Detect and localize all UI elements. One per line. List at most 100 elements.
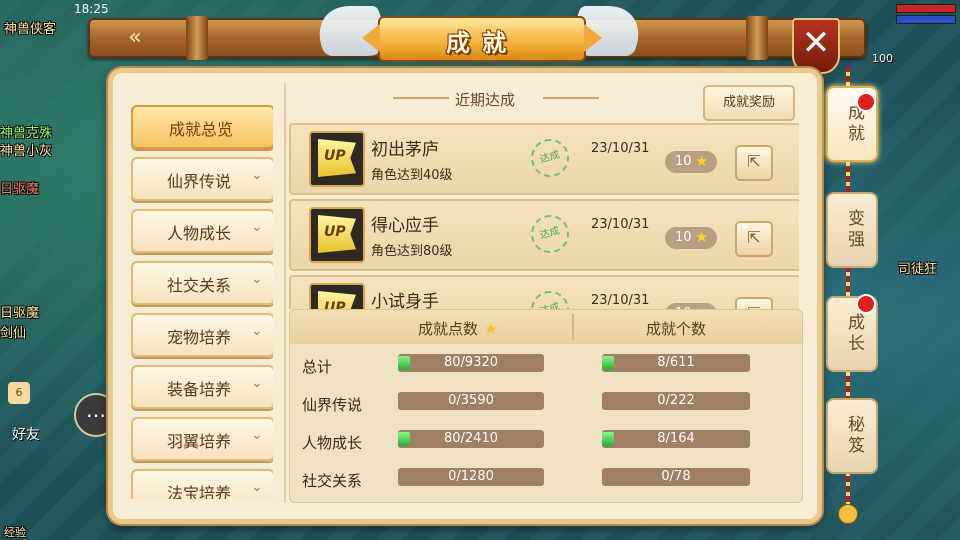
row-label: 社交关系 xyxy=(302,472,363,490)
npc-label: 神兽侠客 xyxy=(4,22,57,37)
row-label: 总计 xyxy=(302,358,333,376)
points-progress-bar: 80/9320 xyxy=(398,354,544,372)
recent-title-text: 近期达成 xyxy=(455,91,516,109)
achievement-date: 23/10/31 xyxy=(591,217,650,232)
star-icon: ★ xyxy=(484,320,498,338)
npc-label: 日驱魔 xyxy=(0,182,40,197)
points-progress-bar: 80/2410 xyxy=(398,430,544,448)
achievement-date: 23/10/31 xyxy=(591,293,650,308)
sidebar-item-label: 人物成长 xyxy=(167,224,232,243)
table-row: 人物成长 80/2410 8/164 xyxy=(290,422,802,460)
sidebar-item-equipment[interactable]: 装备培养 ⌄ xyxy=(131,365,273,409)
sidebar-item-wings[interactable]: 羽翼培养 ⌄ xyxy=(131,417,273,461)
sidebar-item-pet[interactable]: 宠物培养 ⌄ xyxy=(131,313,273,357)
points-progress-bar: 0/1280 xyxy=(398,468,544,486)
achievement-reward-button[interactable]: 成就奖励 xyxy=(703,85,795,121)
list-item: UP 得心应手 角色达到80级 达成 23/10/31 10 ★ ⇱ xyxy=(289,199,799,271)
sidebar-item-character[interactable]: 人物成长 ⌄ xyxy=(131,209,273,253)
level-text: 100 xyxy=(872,52,893,65)
chevron-down-icon: ⌄ xyxy=(251,479,263,495)
npc-label: 日驱魔 xyxy=(0,306,40,321)
mini-badge[interactable]: 6 xyxy=(8,382,30,404)
count-progress-bar: 8/164 xyxy=(602,430,750,448)
table-row: 社交关系 0/1280 0/78 xyxy=(290,460,802,498)
sidebar-item-social[interactable]: 社交关系 ⌄ xyxy=(131,261,273,305)
tab-secrets[interactable]: 秘笈 xyxy=(826,398,878,474)
row-label: 仙界传说 xyxy=(302,396,363,414)
chevron-down-icon: ⌄ xyxy=(251,271,263,287)
achievement-name: 得心应手 xyxy=(371,216,439,236)
summary-header: 成就点数 ★ 成就个数 xyxy=(290,310,802,344)
share-button[interactable]: ⇱ xyxy=(735,145,773,181)
npc-label: 神兽克殊 xyxy=(0,126,53,141)
column-header-points: 成就点数 xyxy=(418,320,479,338)
count-progress-bar: 0/222 xyxy=(602,392,750,410)
achievement-points-badge: 10★ xyxy=(665,227,717,249)
sidebar-item-label: 仙界传说 xyxy=(167,172,232,191)
tab-strengthen[interactable]: 变强 xyxy=(826,192,878,268)
chevron-down-icon: ⌄ xyxy=(251,323,263,339)
achievement-summary-table: 成就点数 ★ 成就个数 总计 80/9320 8/611 仙界传说 0/3590 … xyxy=(289,309,803,503)
friends-button[interactable]: 好友 xyxy=(12,424,40,444)
achievement-date: 23/10/31 xyxy=(591,141,650,156)
recent-section-title: 近期达成 xyxy=(393,89,599,110)
level-up-flag-icon: UP xyxy=(309,207,365,263)
completed-stamp: 达成 xyxy=(526,210,574,258)
achievement-desc: 角色达到80级 xyxy=(371,244,453,259)
achievement-points-badge: 10★ xyxy=(665,151,717,173)
star-icon: ★ xyxy=(695,228,709,246)
sidebar-item-overview[interactable]: 成就总览 xyxy=(131,105,273,149)
bell-ornament-icon xyxy=(838,504,858,524)
sidebar-item-label: 羽翼培养 xyxy=(167,432,232,451)
completed-stamp: 达成 xyxy=(526,286,574,309)
close-button[interactable]: ✕ xyxy=(792,18,840,74)
share-button[interactable]: ⇱ xyxy=(735,221,773,257)
category-sidebar[interactable]: 成就总览 仙界传说 ⌄ 人物成长 ⌄ 社交关系 ⌄ 宠物培养 ⌄ 装备培养 ⌄ … xyxy=(123,99,273,499)
title-plate: 成就 xyxy=(362,16,602,62)
npc-label: 神兽小灰 xyxy=(0,144,53,159)
player-status-bars xyxy=(896,4,956,28)
achievement-desc: 角色达到40级 xyxy=(371,168,453,183)
achievement-name: 初出茅庐 xyxy=(371,140,439,160)
list-item: UP 初出茅庐 角色达到40级 达成 23/10/31 10 ★ ⇱ xyxy=(289,123,799,195)
sidebar-item-label: 宠物培养 xyxy=(167,328,232,347)
chevron-down-icon: ⌄ xyxy=(251,375,263,391)
share-button[interactable]: ⇱ xyxy=(735,297,773,309)
level-up-flag-icon: UP xyxy=(309,283,365,309)
notification-dot xyxy=(856,92,876,112)
table-row: 总计 80/9320 8/611 xyxy=(290,346,802,384)
row-label: 人物成长 xyxy=(302,434,363,452)
npc-label: 司徒狂 xyxy=(898,262,938,277)
recent-achievement-list[interactable]: UP 初出茅庐 角色达到40级 达成 23/10/31 10 ★ ⇱ UP 得心应… xyxy=(289,123,799,309)
sidebar-item-label: 法宝培养 xyxy=(167,484,232,499)
column-header-count: 成就个数 xyxy=(646,320,707,338)
npc-label: 经验 xyxy=(4,526,26,539)
share-icon: ⇱ xyxy=(747,228,761,247)
notification-dot xyxy=(856,294,876,314)
count-progress-bar: 8/611 xyxy=(602,354,750,372)
table-row: 仙界传说 0/3590 0/222 xyxy=(290,384,802,422)
page-title: 成就 xyxy=(446,29,518,57)
points-progress-bar: 0/3590 xyxy=(398,392,544,410)
chevron-down-icon: ⌄ xyxy=(251,427,263,443)
sidebar-item-label: 成就总览 xyxy=(169,120,234,139)
chevron-down-icon: ⌄ xyxy=(251,167,263,183)
sidebar-item-label: 社交关系 xyxy=(167,276,232,295)
sidebar-item-label: 装备培养 xyxy=(167,380,232,399)
status-time: 18:25 xyxy=(74,2,109,16)
sidebar-item-treasure[interactable]: 法宝培养 ⌄ xyxy=(131,469,273,499)
level-up-flag-icon: UP xyxy=(309,131,365,187)
achievement-panel: 成就总览 仙界传说 ⌄ 人物成长 ⌄ 社交关系 ⌄ 宠物培养 ⌄ 装备培养 ⌄ … xyxy=(108,68,822,524)
sidebar-item-xianjie[interactable]: 仙界传说 ⌄ xyxy=(131,157,273,201)
chevron-down-icon: ⌄ xyxy=(251,219,263,235)
achievement-name: 小试身手 xyxy=(371,292,439,309)
list-item: UP 小试身手 达成 23/10/31 10★ ⇱ xyxy=(289,275,799,309)
double-chevron-left-icon: « xyxy=(128,25,142,50)
npc-label: 剑仙 xyxy=(0,326,27,341)
completed-stamp: 达成 xyxy=(526,134,574,182)
back-button[interactable]: « xyxy=(112,24,158,52)
share-icon: ⇱ xyxy=(747,152,761,171)
count-progress-bar: 0/78 xyxy=(602,468,750,486)
star-icon: ★ xyxy=(695,152,709,170)
close-x-icon: ✕ xyxy=(801,23,831,63)
